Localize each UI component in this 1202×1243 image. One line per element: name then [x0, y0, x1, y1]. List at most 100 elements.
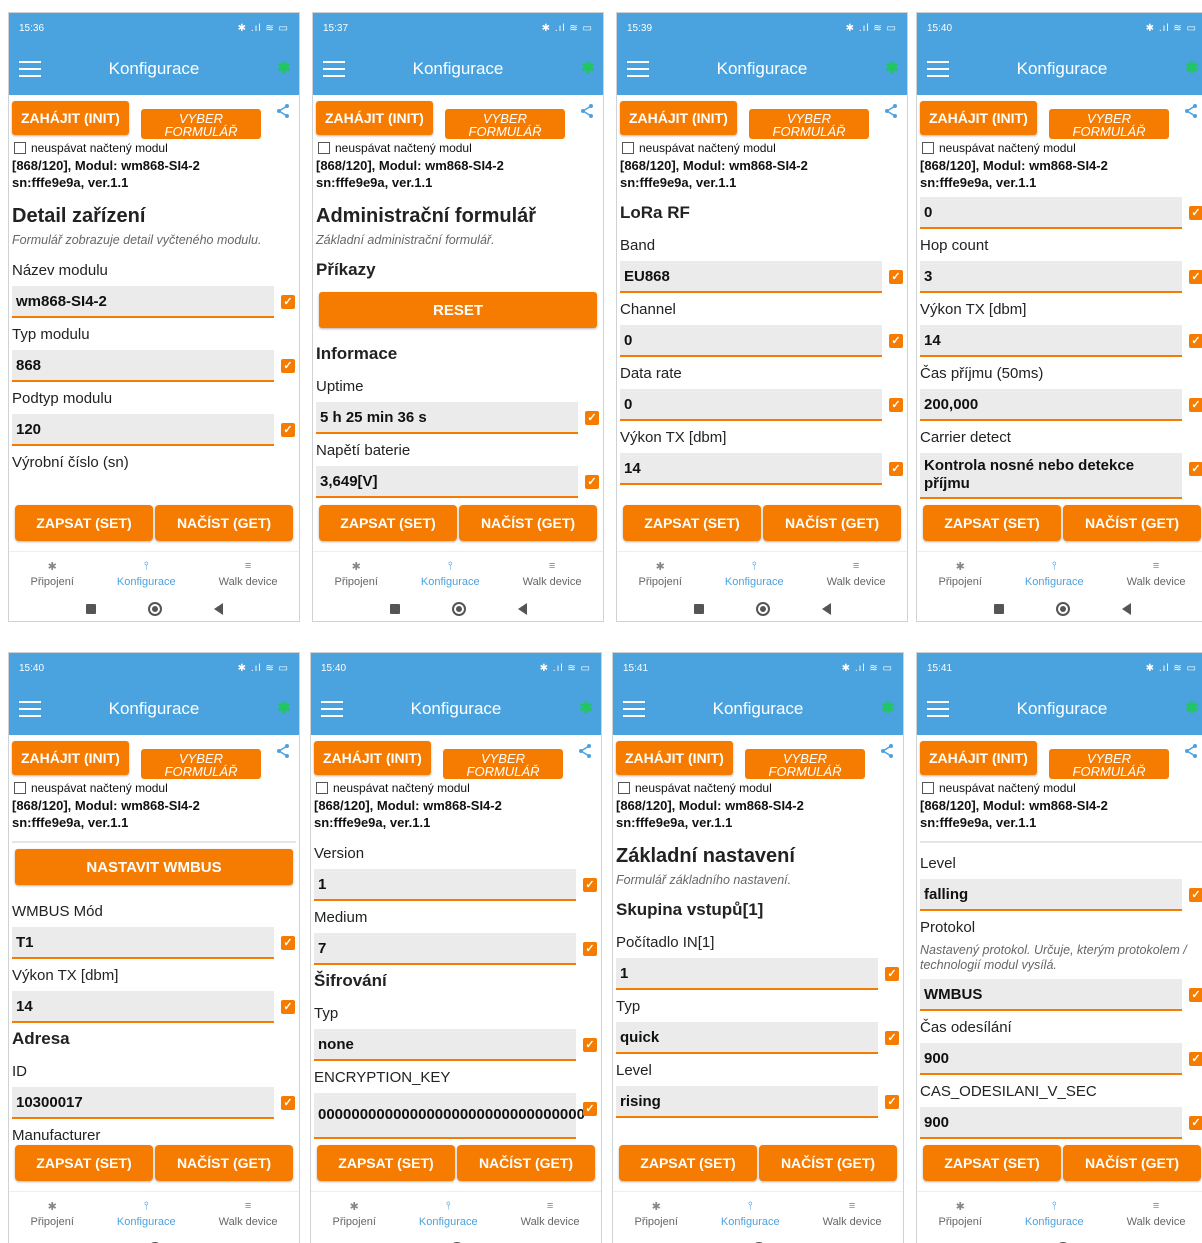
checkbox-box[interactable]	[14, 782, 26, 794]
get-button[interactable]: NAČÍST (GET)	[457, 1145, 595, 1181]
nav-config[interactable]: ⫯ Konfigurace	[117, 1200, 176, 1228]
init-button[interactable]: ZAHÁJIT (INIT)	[920, 101, 1037, 135]
nav-walk[interactable]: ≡ Walk device	[219, 1200, 278, 1228]
share-icon[interactable]	[579, 103, 595, 119]
nav-connect[interactable]: ✱ Připojení	[938, 560, 981, 588]
share-icon[interactable]	[577, 743, 593, 759]
keep-awake-checkbox[interactable]: neuspávat načtený modul	[917, 779, 1202, 797]
value-field[interactable]: 200,000 ✓	[920, 389, 1202, 421]
select-form-button[interactable]: VYBER FORMULÁŘ	[141, 109, 261, 139]
recents-icon[interactable]	[993, 604, 1004, 614]
field-checkbox[interactable]: ✓	[1189, 270, 1202, 284]
set-button[interactable]: ZAPSAT (SET)	[923, 505, 1061, 541]
value-field[interactable]: WMBUS ✓	[920, 979, 1202, 1011]
value-field[interactable]: 120 ✓	[12, 414, 295, 446]
checkbox-box[interactable]	[922, 142, 934, 154]
checkbox-box[interactable]	[316, 782, 328, 794]
field-checkbox[interactable]: ✓	[281, 936, 295, 950]
field-checkbox[interactable]: ✓	[1189, 206, 1202, 220]
init-button[interactable]: ZAHÁJIT (INIT)	[12, 101, 129, 135]
value-field[interactable]: 3 ✓	[920, 261, 1202, 293]
value-field[interactable]: 900 ✓	[920, 1043, 1202, 1075]
nav-walk[interactable]: ≡ Walk device	[521, 1200, 580, 1228]
value-field[interactable]: T1 ✓	[12, 927, 295, 959]
value-field[interactable]: 868 ✓	[12, 350, 295, 382]
back-icon[interactable]	[821, 603, 831, 615]
select-form-button[interactable]: VYBER FORMULÁŘ	[749, 109, 869, 139]
nav-connect[interactable]: ✱ Připojení	[332, 1200, 375, 1228]
field-checkbox[interactable]: ✓	[583, 878, 597, 892]
select-form-button[interactable]: VYBER FORMULÁŘ	[141, 749, 261, 779]
back-icon[interactable]	[517, 603, 527, 615]
share-icon[interactable]	[275, 743, 291, 759]
field-checkbox[interactable]: ✓	[1189, 888, 1202, 902]
nav-walk[interactable]: ≡ Walk device	[523, 560, 582, 588]
value-field[interactable]: 0 ✓	[620, 325, 903, 357]
home-icon[interactable]	[147, 602, 162, 616]
value-field[interactable]: 900 ✓	[920, 1107, 1202, 1139]
select-form-button[interactable]: VYBER FORMULÁŘ	[445, 109, 565, 139]
value-field[interactable]: 3,649[V] ✓	[316, 466, 599, 498]
value-field[interactable]: 00000000000000000000000000000000 ✓	[314, 1093, 597, 1139]
back-icon[interactable]	[213, 603, 223, 615]
recents-icon[interactable]	[693, 604, 704, 614]
nav-config[interactable]: ⫯ Konfigurace	[117, 560, 176, 588]
get-button[interactable]: NAČÍST (GET)	[1063, 1145, 1201, 1181]
value-field[interactable]: EU868 ✓	[620, 261, 903, 293]
value-field[interactable]: none ✓	[314, 1029, 597, 1061]
value-field[interactable]: wm868-SI4-2 ✓	[12, 286, 295, 318]
nav-config[interactable]: ⫯ Konfigurace	[419, 1200, 478, 1228]
nav-connect[interactable]: ✱ Připojení	[30, 560, 73, 588]
value-field[interactable]: 14 ✓	[620, 453, 903, 485]
share-icon[interactable]	[883, 103, 899, 119]
value-field[interactable]: 14 ✓	[920, 325, 1202, 357]
nav-connect[interactable]: ✱ Připojení	[334, 560, 377, 588]
field-checkbox[interactable]: ✓	[281, 1000, 295, 1014]
field-checkbox[interactable]: ✓	[889, 462, 903, 476]
keep-awake-checkbox[interactable]: neuspávat načtený modul	[613, 779, 903, 797]
value-field[interactable]: Kontrola nosné nebo detekce příjmu ✓	[920, 453, 1202, 499]
keep-awake-checkbox[interactable]: neuspávat načtený modul	[617, 139, 907, 157]
share-icon[interactable]	[1183, 103, 1199, 119]
field-checkbox[interactable]: ✓	[281, 423, 295, 437]
value-field[interactable]: 10300017 ✓	[12, 1087, 295, 1119]
field-checkbox[interactable]: ✓	[1189, 988, 1202, 1002]
field-checkbox[interactable]: ✓	[1189, 1116, 1202, 1130]
field-checkbox[interactable]: ✓	[1189, 398, 1202, 412]
get-button[interactable]: NAČÍST (GET)	[459, 505, 597, 541]
init-button[interactable]: ZAHÁJIT (INIT)	[620, 101, 737, 135]
get-button[interactable]: NAČÍST (GET)	[1063, 505, 1201, 541]
set-button[interactable]: ZAPSAT (SET)	[623, 505, 761, 541]
set-button[interactable]: ZAPSAT (SET)	[15, 1145, 153, 1181]
field-checkbox[interactable]: ✓	[889, 398, 903, 412]
nav-walk[interactable]: ≡ Walk device	[1127, 560, 1186, 588]
nav-walk[interactable]: ≡ Walk device	[827, 560, 886, 588]
field-checkbox[interactable]: ✓	[885, 1095, 899, 1109]
set-button[interactable]: ZAPSAT (SET)	[317, 1145, 455, 1181]
home-icon[interactable]	[1055, 602, 1070, 616]
value-field[interactable]: 0 ✓	[620, 389, 903, 421]
field-checkbox[interactable]: ✓	[885, 1031, 899, 1045]
nav-connect[interactable]: ✱ Připojení	[634, 1200, 677, 1228]
field-checkbox[interactable]: ✓	[885, 967, 899, 981]
field-checkbox[interactable]: ✓	[1189, 462, 1202, 476]
nav-walk[interactable]: ≡ Walk device	[219, 560, 278, 588]
nav-config[interactable]: ⫯ Konfigurace	[1025, 560, 1084, 588]
keep-awake-checkbox[interactable]: neuspávat načtený modul	[9, 139, 299, 157]
field-checkbox[interactable]: ✓	[585, 475, 599, 489]
nav-config[interactable]: ⫯ Konfigurace	[721, 1200, 780, 1228]
nav-walk[interactable]: ≡ Walk device	[1127, 1200, 1186, 1228]
get-button[interactable]: NAČÍST (GET)	[759, 1145, 897, 1181]
select-form-button[interactable]: VYBER FORMULÁŘ	[443, 749, 563, 779]
nav-config[interactable]: ⫯ Konfigurace	[725, 560, 784, 588]
field-checkbox[interactable]: ✓	[281, 295, 295, 309]
value-field[interactable]: falling ✓	[920, 879, 1202, 911]
home-icon[interactable]	[451, 602, 466, 616]
share-icon[interactable]	[1183, 743, 1199, 759]
value-field[interactable]: 0 ✓	[920, 197, 1202, 229]
field-checkbox[interactable]: ✓	[585, 411, 599, 425]
select-form-button[interactable]: VYBER FORMULÁŘ	[1049, 109, 1169, 139]
set-button[interactable]: ZAPSAT (SET)	[15, 505, 153, 541]
keep-awake-checkbox[interactable]: neuspávat načtený modul	[313, 139, 603, 157]
home-icon[interactable]	[755, 602, 770, 616]
